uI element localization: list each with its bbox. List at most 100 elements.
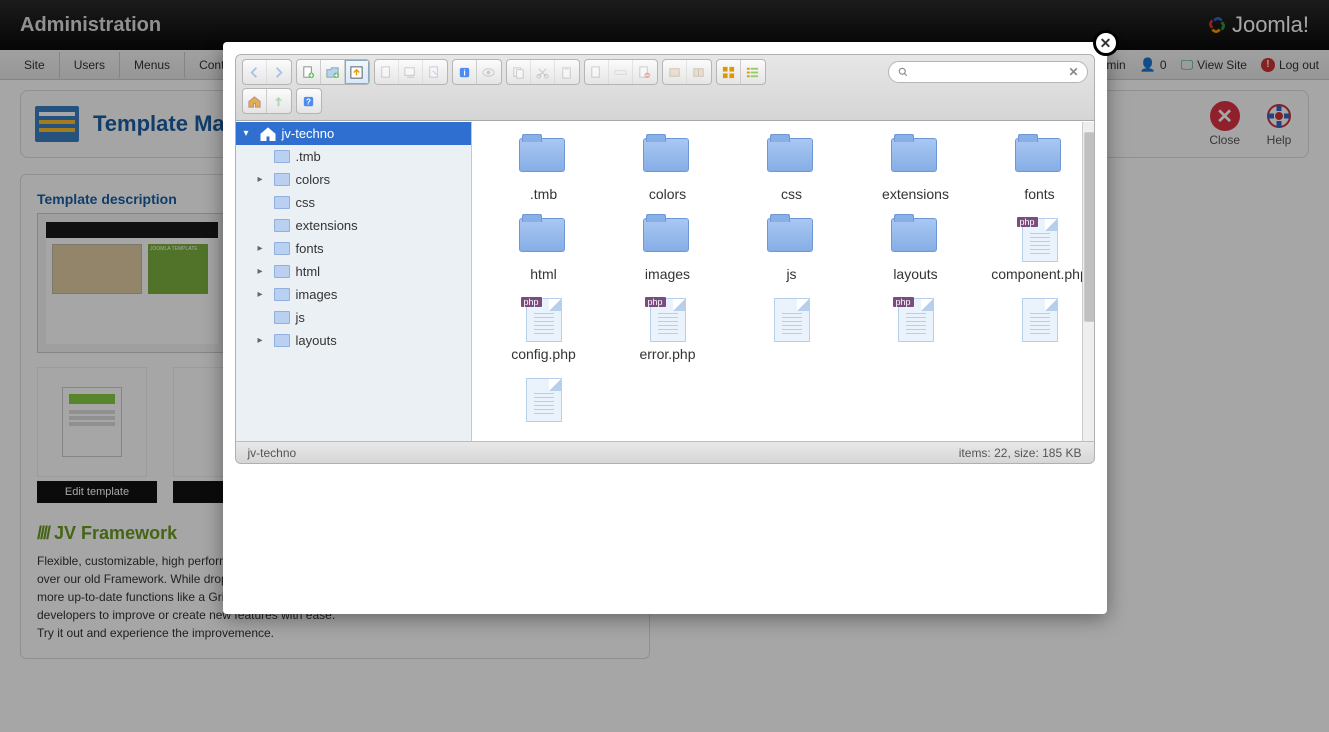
chevron-icon: ▸	[258, 174, 268, 185]
fm-body: ▾ jv-techno .tmb▸ colors css extensions▸…	[236, 121, 1094, 441]
file-item[interactable]: images	[606, 212, 730, 282]
folder-icon	[519, 218, 565, 252]
fm-search: ✕	[888, 61, 1088, 83]
file-name: error.php	[606, 346, 730, 362]
folder-icon	[643, 218, 689, 252]
extract-button[interactable]	[663, 60, 687, 84]
file-item[interactable]: layouts	[854, 212, 978, 282]
up-button[interactable]	[267, 89, 291, 113]
cut-button[interactable]	[531, 60, 555, 84]
folder-icon	[519, 138, 565, 172]
php-file-icon: php	[1022, 218, 1058, 262]
file-name: extensions	[854, 186, 978, 202]
chevron-icon: ▸	[258, 243, 268, 254]
file-name: js	[730, 266, 854, 282]
folder-icon	[274, 334, 290, 347]
folder-icon	[891, 138, 937, 172]
tree-label: css	[296, 195, 316, 210]
file-item[interactable]	[978, 292, 1094, 362]
tree-item[interactable]: ▸ images	[236, 283, 471, 306]
delete-button[interactable]	[633, 60, 657, 84]
file-item[interactable]: php	[854, 292, 978, 362]
file-item[interactable]: php component.php	[978, 212, 1094, 282]
file-item[interactable]: .tmb	[482, 132, 606, 202]
scrollbar[interactable]	[1082, 122, 1094, 441]
tree-item[interactable]: .tmb	[236, 145, 471, 168]
paste-button[interactable]	[555, 60, 579, 84]
file-item[interactable]: css	[730, 132, 854, 202]
search-input[interactable]	[909, 65, 1069, 79]
file-item[interactable]: fonts	[978, 132, 1094, 202]
new-file-button[interactable]	[297, 60, 321, 84]
tree-label: js	[296, 310, 305, 325]
tree-item[interactable]: js	[236, 306, 471, 329]
tree-item[interactable]: ▸ layouts	[236, 329, 471, 352]
tree-item[interactable]: ▸ colors	[236, 168, 471, 191]
back-button[interactable]	[243, 60, 267, 84]
folder-icon	[274, 173, 290, 186]
home-button[interactable]	[243, 89, 267, 113]
file-item[interactable]: phpconfig.php	[482, 292, 606, 362]
php-file-icon: php	[898, 298, 934, 342]
tree-label: fonts	[296, 241, 324, 256]
file-item[interactable]	[730, 292, 854, 362]
file-name: config.php	[482, 346, 606, 362]
tree-item[interactable]: ▸ fonts	[236, 237, 471, 260]
folder-icon	[767, 218, 813, 252]
folder-icon	[274, 219, 290, 232]
upload-button[interactable]	[345, 60, 369, 84]
file-name: component.php	[978, 266, 1094, 282]
folder-icon	[274, 150, 290, 163]
getlink-button[interactable]	[423, 60, 447, 84]
folder-icon	[274, 288, 290, 301]
new-folder-button[interactable]	[321, 60, 345, 84]
file-manager: i	[235, 54, 1095, 464]
file-manager-modal: ✕	[223, 42, 1107, 614]
tree-label: images	[296, 287, 338, 302]
tree-label: .tmb	[296, 149, 321, 164]
folder-icon	[643, 138, 689, 172]
preview-button[interactable]	[477, 60, 501, 84]
svg-text:i: i	[463, 67, 465, 77]
tree-root[interactable]: ▾ jv-techno	[236, 122, 471, 145]
modal-close-button[interactable]: ✕	[1093, 30, 1119, 56]
modal-overlay: ✕	[0, 0, 1329, 732]
copy-button[interactable]	[507, 60, 531, 84]
duplicate-button[interactable]	[585, 60, 609, 84]
file-name: colors	[606, 186, 730, 202]
help-toolbar-button[interactable]: ?	[297, 89, 321, 113]
forward-button[interactable]	[267, 60, 291, 84]
folder-icon	[274, 311, 290, 324]
file-icon	[526, 378, 562, 422]
chevron-icon: ▸	[258, 266, 268, 277]
file-item[interactable]: colors	[606, 132, 730, 202]
info-button[interactable]: i	[453, 60, 477, 84]
archive-button[interactable]	[687, 60, 711, 84]
view-icons-button[interactable]	[717, 60, 741, 84]
rename-button[interactable]	[609, 60, 633, 84]
download-button[interactable]	[399, 60, 423, 84]
tree-item[interactable]: extensions	[236, 214, 471, 237]
file-item[interactable]: html	[482, 212, 606, 282]
php-file-icon: php	[650, 298, 686, 342]
file-name: images	[606, 266, 730, 282]
tree-label: layouts	[296, 333, 337, 348]
file-item[interactable]	[482, 372, 606, 426]
folder-icon	[274, 242, 290, 255]
file-item[interactable]: js	[730, 212, 854, 282]
file-item[interactable]: php error.php	[606, 292, 730, 362]
folder-icon	[274, 265, 290, 278]
tree-item[interactable]: ▸ html	[236, 260, 471, 283]
file-name: layouts	[854, 266, 978, 282]
open-button[interactable]	[375, 60, 399, 84]
file-item[interactable]: extensions	[854, 132, 978, 202]
fm-tree: ▾ jv-techno .tmb▸ colors css extensions▸…	[236, 122, 472, 441]
tree-item[interactable]: css	[236, 191, 471, 214]
file-name: css	[730, 186, 854, 202]
search-clear[interactable]: ✕	[1068, 65, 1078, 79]
tree-label: colors	[296, 172, 331, 187]
file-name: fonts	[978, 186, 1094, 202]
view-list-button[interactable]	[741, 60, 765, 84]
fm-files: .tmbcolorscssextensionsfonts htmlimagesjs…	[472, 122, 1094, 441]
svg-text:?: ?	[306, 96, 311, 106]
